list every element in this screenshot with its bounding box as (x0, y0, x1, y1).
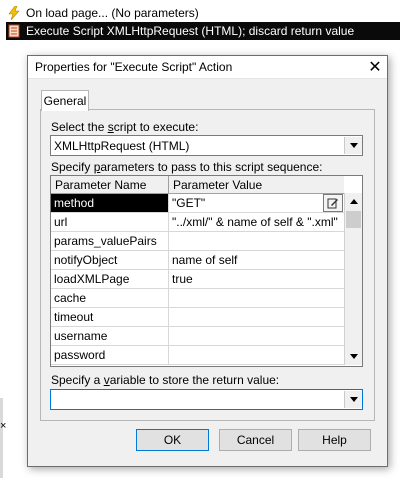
table-row[interactable]: loadXMLPage true (51, 270, 344, 289)
param-value-cell[interactable]: true (169, 270, 344, 288)
background-close-icon: × (0, 420, 7, 432)
script-label: Select the script to execute: (51, 120, 199, 134)
parameters-grid[interactable]: Parameter Name Parameter Value method "G… (50, 175, 363, 367)
param-value-cell[interactable]: "GET" (169, 194, 344, 212)
return-variable-select[interactable] (50, 389, 363, 410)
param-value-cell[interactable] (169, 289, 344, 307)
table-row[interactable]: username (51, 327, 344, 346)
param-name-cell: loadXMLPage (51, 270, 169, 288)
edit-icon[interactable] (323, 194, 343, 212)
script-select[interactable]: XMLHttpRequest (HTML) (50, 135, 363, 156)
table-row[interactable]: notifyObject name of self (51, 251, 344, 270)
param-value-text: "GET" (172, 196, 206, 210)
param-name-cell: params_valuePairs (51, 232, 169, 250)
grid-rows: method "GET" url "../xml/" & name of sel… (51, 194, 344, 365)
table-row[interactable]: method "GET" (51, 194, 344, 213)
param-value-cell[interactable]: name of self (169, 251, 344, 269)
param-name-cell: url (51, 213, 169, 231)
background-window-edge (0, 398, 3, 478)
param-name-cell: password (51, 346, 169, 364)
script-icon (6, 23, 22, 39)
param-value-cell[interactable] (169, 232, 344, 250)
scroll-down-icon[interactable] (345, 348, 362, 365)
column-header-value[interactable]: Parameter Value (169, 176, 344, 193)
properties-dialog: Properties for "Execute Script" Action ✕… (27, 55, 388, 467)
tab-panel-general: Select the script to execute: XMLHttpReq… (40, 109, 375, 421)
column-header-name[interactable]: Parameter Name (51, 176, 169, 193)
param-value-cell[interactable] (169, 327, 344, 345)
table-row[interactable]: url "../xml/" & name of self & ".xml" (51, 213, 344, 232)
table-row[interactable]: cache (51, 289, 344, 308)
lightning-icon (6, 5, 22, 21)
close-icon[interactable]: ✕ (363, 56, 387, 78)
ok-button[interactable]: OK (136, 429, 209, 451)
table-row[interactable]: params_valuePairs (51, 232, 344, 251)
chevron-down-icon[interactable] (344, 137, 362, 154)
param-value-cell[interactable]: "../xml/" & name of self & ".xml" (169, 213, 344, 231)
tree-item-label: Execute Script XMLHttpRequest (HTML); di… (26, 24, 355, 38)
cancel-button[interactable]: Cancel (219, 429, 292, 451)
tree-item-on-load[interactable]: On load page... (No parameters) (6, 4, 396, 22)
param-name-cell: timeout (51, 308, 169, 326)
param-value-cell[interactable] (169, 308, 344, 326)
param-name-cell: method (51, 194, 169, 212)
param-name-cell: username (51, 327, 169, 345)
grid-scrollbar[interactable] (344, 193, 362, 365)
dialog-titlebar: Properties for "Execute Script" Action ✕ (28, 56, 387, 79)
param-name-cell: cache (51, 289, 169, 307)
dialog-title: Properties for "Execute Script" Action (35, 60, 233, 74)
chevron-down-icon[interactable] (344, 391, 362, 408)
grid-header: Parameter Name Parameter Value (51, 176, 344, 194)
parameters-label: Specify parameters to pass to this scrip… (51, 160, 323, 174)
help-button[interactable]: Help (298, 429, 371, 451)
table-row[interactable]: timeout (51, 308, 344, 327)
scroll-thumb[interactable] (346, 211, 361, 228)
tab-general[interactable]: General (41, 90, 89, 111)
param-value-cell[interactable] (169, 346, 344, 364)
scroll-up-icon[interactable] (345, 193, 362, 210)
return-variable-label: Specify a variable to store the return v… (51, 373, 280, 387)
tree-item-execute-script[interactable]: Execute Script XMLHttpRequest (HTML); di… (6, 22, 400, 40)
table-row[interactable]: password (51, 346, 344, 365)
script-select-value: XMLHttpRequest (HTML) (54, 138, 190, 153)
param-name-cell: notifyObject (51, 251, 169, 269)
tree-item-label: On load page... (No parameters) (26, 6, 199, 20)
